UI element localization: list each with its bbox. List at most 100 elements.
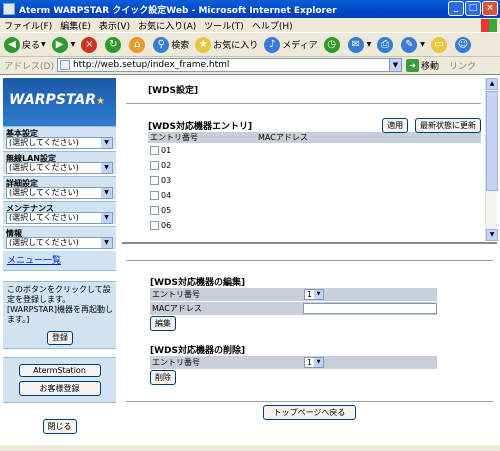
entries-title: [WDS対応機器エントリ]: [148, 121, 253, 132]
menu-list-link[interactable]: メニュー一覧: [3, 251, 116, 271]
register-button[interactable]: 登録: [47, 331, 73, 345]
mail-button[interactable]: ✉ ▼: [347, 36, 371, 53]
discuss-button[interactable]: ▭: [430, 36, 449, 53]
refresh-button[interactable]: 最新状態に更新: [415, 117, 481, 133]
menu-help[interactable]: ヘルプ(H): [252, 19, 293, 32]
favorites-button[interactable]: ★ お気に入り: [195, 36, 259, 53]
address-url: http://web.setup/index_frame.html: [72, 60, 230, 70]
sidebar-group-info: 情報 (選択してください) ▼: [3, 226, 116, 249]
entries-section: [WDS対応機器エントリ] 適用 最新状態に更新 エントリ番号 MACアドレス …: [122, 104, 485, 233]
delete-button[interactable]: 削除: [150, 370, 176, 385]
basic-settings-select[interactable]: (選択してください) ▼: [6, 137, 113, 149]
wds-edit-frame: [WDS対応機器の編集] エントリ番号 1 ▼ MACアドレス 編集 [WDS対応…: [122, 244, 497, 445]
refresh-button[interactable]: ↻: [105, 36, 123, 53]
scroll-thumb[interactable]: [486, 91, 498, 191]
menu-tools[interactable]: ツール(T): [204, 19, 244, 32]
aterm-station-button[interactable]: AtermStation: [18, 364, 101, 377]
print-button[interactable]: ⎙: [377, 36, 395, 53]
column-mac-address: MACアドレス: [258, 133, 308, 142]
table-row: 06: [148, 218, 481, 233]
register-button-row: 登録: [7, 331, 113, 345]
sidebar-group-label: 詳細設定: [6, 179, 38, 188]
delete-entry-label: エントリ番号: [152, 358, 200, 367]
table-row: 05: [148, 203, 481, 218]
stop-button[interactable]: ×: [81, 36, 99, 53]
window-controls: _ □ ×: [448, 1, 498, 16]
menu-edit[interactable]: 編集(E): [60, 19, 91, 32]
top-page-row: トップページへ戻る: [122, 405, 497, 420]
sidebar-group-advanced: 詳細設定 (選択してください) ▼: [3, 176, 116, 199]
back-button[interactable]: ◀ 戻る ▼: [4, 36, 46, 53]
edit-entry-select[interactable]: 1 ▼: [304, 289, 324, 300]
search-button[interactable]: ⚲ 検索: [153, 36, 189, 53]
entry-checkbox[interactable]: [150, 146, 159, 155]
edit-entry-row: エントリ番号 1 ▼: [150, 288, 437, 301]
back-to-top-button[interactable]: トップページへ戻る: [262, 405, 357, 420]
page-icon: [59, 60, 70, 70]
toolbar: ◀ 戻る ▼ ▶ ▼ × ↻ ⌂ ⚲ 検索 ★ お気に入り ♪ メディア ◷ ✉…: [0, 33, 500, 57]
sidebar-group-maintenance: メンテナンス (選択してください) ▼: [3, 201, 116, 224]
entry-checkbox[interactable]: [150, 191, 159, 200]
edit-mac-label: MACアドレス: [152, 304, 202, 313]
entries-table-header: エントリ番号 MACアドレス: [148, 132, 481, 143]
home-button[interactable]: ⌂: [129, 36, 147, 53]
minimize-button[interactable]: _: [448, 1, 464, 16]
menu-file[interactable]: ファイル(F): [4, 19, 52, 32]
edit-icon: ✎: [401, 36, 418, 53]
scroll-down-icon[interactable]: ▼: [486, 229, 498, 241]
wds-entry-frame: [WDS設定] [WDS対応機器エントリ] 適用 最新状態に更新 エントリ番号 …: [122, 78, 485, 241]
close-button[interactable]: ×: [482, 1, 498, 16]
history-button[interactable]: ◷: [323, 36, 342, 53]
sidebar-group-label: 情報: [6, 229, 22, 238]
apply-button[interactable]: 適用: [382, 117, 409, 133]
mac-address-input[interactable]: [303, 303, 437, 314]
links-box: AtermStation お客様登録: [3, 357, 116, 403]
links-button[interactable]: リンク: [449, 59, 476, 72]
delete-entry-select[interactable]: 1 ▼: [304, 357, 324, 368]
go-label: 移動: [420, 61, 439, 72]
wireless-settings-select[interactable]: (選択してください) ▼: [6, 162, 113, 174]
entry-checkbox[interactable]: [150, 176, 159, 185]
close-window-button[interactable]: 閉じる: [42, 419, 77, 434]
chevron-down-icon: ▼: [314, 358, 323, 367]
favorites-label: お気に入り: [213, 41, 259, 51]
go-button[interactable]: ➜ 移動: [405, 58, 439, 72]
window-title: Aterm WARPSTAR クイック設定Web - Microsoft Int…: [19, 5, 337, 16]
entry-number: 03: [161, 176, 172, 185]
delete-entry-row: エントリ番号 1 ▼: [150, 356, 437, 369]
messenger-button[interactable]: ☺: [454, 36, 473, 53]
windows-logo-icon: [481, 19, 497, 32]
entry-checkbox[interactable]: [150, 161, 159, 170]
sidebar-group-label: メンテナンス: [6, 204, 54, 213]
edit-button-row: 編集: [150, 316, 437, 331]
register-info-box: このボタンをクリックして設定を登録します。[WARPSTAR]機器を再起動します…: [3, 281, 116, 349]
stop-icon: ×: [81, 36, 98, 53]
vertical-scrollbar[interactable]: ▲ ▼: [485, 78, 498, 241]
media-button[interactable]: ♪ メディア: [264, 36, 318, 53]
maximize-button[interactable]: □: [465, 1, 481, 16]
entry-number: 01: [161, 146, 172, 155]
edit-button[interactable]: ✎ ▼: [401, 36, 425, 53]
menu-favorites[interactable]: お気に入り(A): [138, 19, 196, 32]
address-input[interactable]: http://web.setup/index_frame.html ▼: [56, 58, 402, 72]
menu-view[interactable]: 表示(V): [99, 19, 130, 32]
maintenance-select[interactable]: (選択してください) ▼: [6, 212, 113, 224]
advanced-settings-select[interactable]: (選択してください) ▼: [6, 187, 113, 199]
chevron-down-icon[interactable]: ▼: [388, 59, 401, 71]
wds-title-row: [WDS設定]: [122, 78, 485, 96]
entry-checkbox[interactable]: [150, 206, 159, 215]
edit-button[interactable]: 編集: [150, 316, 176, 331]
customer-registration-button[interactable]: お客様登録: [18, 381, 101, 396]
chevron-down-icon: ▼: [101, 238, 112, 248]
delete-button-row: 削除: [150, 370, 437, 385]
chevron-down-icon: ▼: [101, 188, 112, 198]
scroll-up-icon[interactable]: ▲: [486, 78, 498, 90]
forward-button[interactable]: ▶ ▼: [51, 36, 75, 53]
history-icon: ◷: [323, 36, 340, 53]
entry-number: 04: [161, 191, 172, 200]
info-select[interactable]: (選択してください) ▼: [6, 237, 113, 249]
chevron-down-icon: ▼: [101, 163, 112, 173]
page-title: [WDS設定]: [148, 86, 199, 96]
edit-section: [WDS対応機器の編集] エントリ番号 1 ▼ MACアドレス 編集 [WDS対応…: [122, 261, 497, 385]
entry-checkbox[interactable]: [150, 221, 159, 230]
